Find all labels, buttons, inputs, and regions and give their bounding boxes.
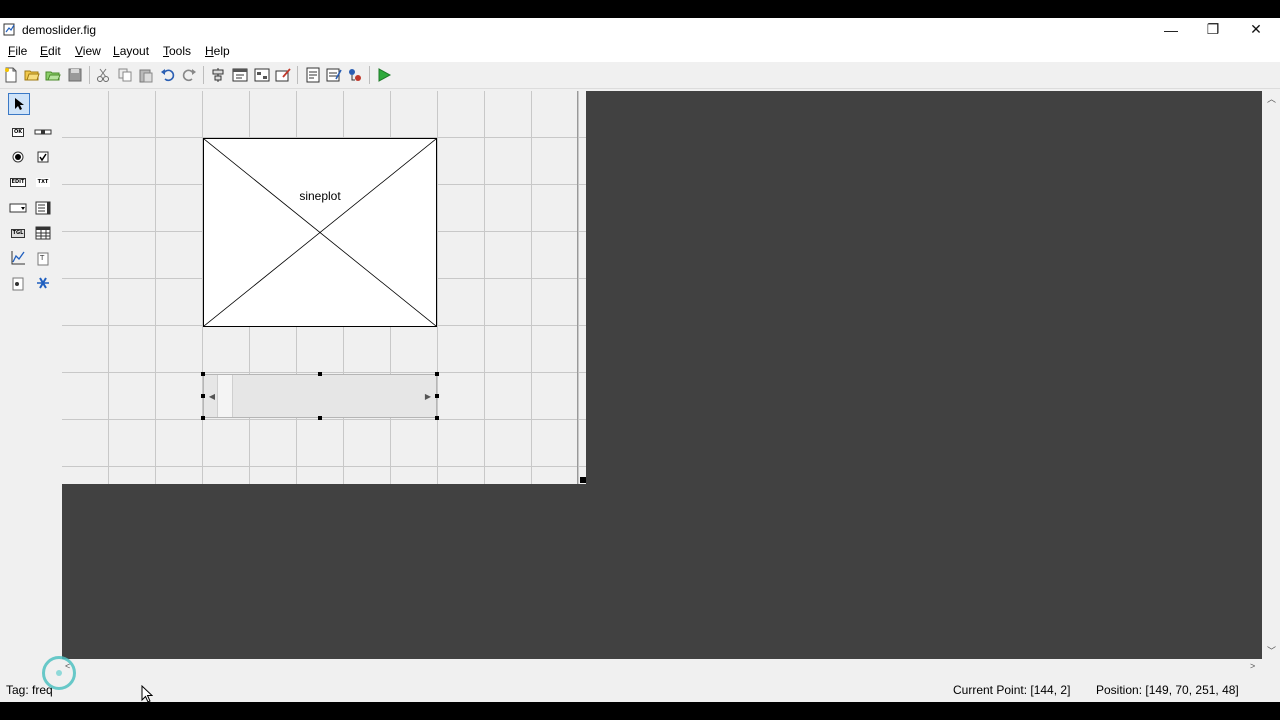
toolbar-separator [89,66,90,84]
table-icon [35,226,51,240]
property-inspector-icon[interactable] [326,67,342,83]
edit-text-icon: EDIT [9,177,27,187]
axes-tag-label: sineplot [299,189,341,203]
slider-freq[interactable]: ◀ ▶ [203,374,437,418]
push-button-tool[interactable]: OK [7,121,29,143]
status-position: Position: [149, 70, 251, 48] [1096,683,1239,697]
copy-icon[interactable] [117,67,133,83]
radio-button-tool[interactable] [7,146,29,168]
svg-text:T: T [39,254,45,262]
activex-control-tool[interactable] [32,272,54,294]
mouse-cursor-icon [141,685,153,703]
listbox-icon [35,201,51,215]
arrow-pointer-icon [15,98,24,110]
static-text-tool[interactable]: TXT [32,171,54,193]
menu-help[interactable]: Help [205,44,230,58]
horizontal-scrollbar[interactable]: < > [62,659,1262,676]
edit-text-tool[interactable]: EDIT [7,171,29,193]
static-text-icon: TXT [35,177,51,187]
selection-handle[interactable] [435,416,439,420]
slider-thumb[interactable] [217,375,233,417]
canvas-resize-handle[interactable] [580,477,586,483]
slider-right-arrow-icon[interactable]: ▶ [420,375,436,417]
toolbar-separator [369,66,370,84]
status-bar: Tag: freq Current Point: [144, 2] Positi… [0,678,1280,702]
toggle-button-icon: TGL [10,228,26,238]
select-tool[interactable] [8,93,30,115]
guide-window: demoslider.fig — ❐ ✕ File Edit View Layo… [0,18,1280,702]
toolbar [0,62,1280,89]
panel-icon: T [37,252,49,266]
menu-edit[interactable]: Edit [40,44,61,58]
status-current-point: Current Point: [144, 2] [953,683,1071,697]
object-browser-icon[interactable] [347,67,363,83]
paste-icon[interactable] [138,67,154,83]
menu-layout[interactable]: Layout [113,44,149,58]
scroll-down-icon[interactable]: ﹀ [1267,644,1276,657]
menu-file[interactable]: File [8,44,27,58]
radio-button-icon [12,151,24,163]
axes-tool[interactable] [7,247,29,269]
component-palette: OK EDIT TXT TGL T [3,91,59,681]
menu-bar: File Edit View Layout Tools Help [0,41,1280,62]
tab-order-editor-icon[interactable] [254,67,270,83]
selection-handle[interactable] [435,372,439,376]
selection-handle[interactable] [201,416,205,420]
canvas-border [577,91,578,484]
axes-icon [11,251,25,265]
selection-handle[interactable] [201,372,205,376]
cut-icon[interactable] [95,67,111,83]
run-figure-icon[interactable] [376,67,392,83]
activex-icon [37,277,49,289]
editor-icon[interactable] [305,67,321,83]
axes-sineplot[interactable]: sineplot [203,138,437,327]
layout-area[interactable]: sineplot ◀ ▶ [62,91,1262,659]
table-tool[interactable] [32,222,54,244]
selection-handle[interactable] [435,394,439,398]
toolbar-separator [297,66,298,84]
listbox-tool[interactable] [32,197,54,219]
align-objects-icon[interactable] [210,67,226,83]
open-icon[interactable] [24,67,40,83]
title-bar: demoslider.fig — ❐ ✕ [0,18,1280,41]
status-tag: Tag: freq [6,683,53,697]
save-icon[interactable] [67,67,83,83]
open-recent-icon[interactable] [45,67,61,83]
checkbox-tool[interactable] [32,146,54,168]
window-title: demoslider.fig [22,23,97,37]
figure-file-icon [3,23,15,36]
selection-handle[interactable] [318,416,322,420]
toggle-button-tool[interactable]: TGL [7,222,29,244]
menu-editor-icon[interactable] [232,67,248,83]
toolbar-separator [203,66,204,84]
slider-tool[interactable] [32,121,54,143]
button-group-icon [12,277,24,291]
scroll-up-icon[interactable]: ︿ [1267,92,1276,105]
selection-handle[interactable] [201,394,205,398]
undo-icon[interactable] [160,67,176,83]
button-group-tool[interactable] [7,272,29,294]
figure-canvas[interactable]: sineplot ◀ ▶ [62,91,586,484]
minimize-button[interactable]: — [1149,18,1193,41]
panel-tool[interactable]: T [32,247,54,269]
popup-menu-icon [9,203,27,213]
vertical-scrollbar[interactable]: ︿ ﹀ [1262,91,1280,659]
popup-menu-tool[interactable] [7,197,29,219]
menu-view[interactable]: View [75,44,101,58]
selection-handle[interactable] [318,372,322,376]
push-button-icon: OK [11,127,25,137]
restore-button[interactable]: ❐ [1191,18,1235,41]
scroll-right-icon[interactable]: > [1250,661,1255,671]
menu-tools[interactable]: Tools [163,44,191,58]
redo-icon[interactable] [181,67,197,83]
slider-icon [34,129,52,135]
checkbox-icon [37,151,49,163]
click-indicator-dot [56,670,62,676]
close-button[interactable]: ✕ [1234,18,1278,41]
axes-placeholder-cross [204,139,436,326]
new-icon[interactable] [3,67,19,83]
toolbar-editor-icon[interactable] [275,67,291,83]
